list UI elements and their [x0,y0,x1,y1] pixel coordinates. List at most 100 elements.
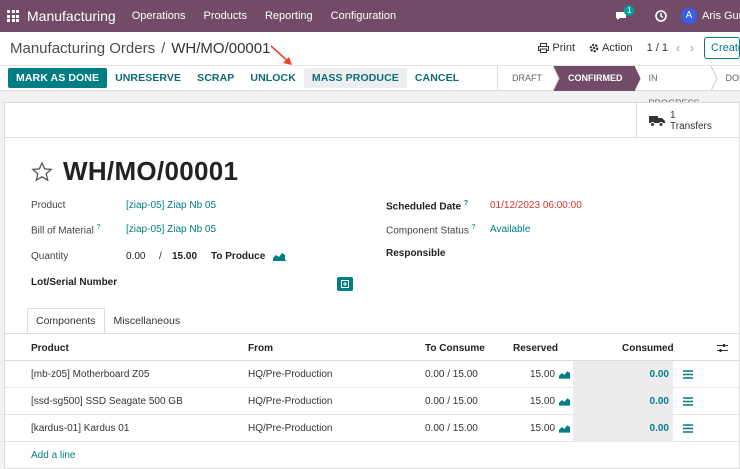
breadcrumb-separator: / [161,40,166,57]
printer-icon [538,43,550,53]
app-name[interactable]: Manufacturing [27,8,116,24]
star-icon[interactable] [31,160,53,183]
menu-operations[interactable]: Operations [132,10,186,22]
top-navbar: Manufacturing Operations Products Report… [0,0,740,32]
table-row[interactable]: [mb-z05] Motherboard Z05 HQ/Pre-Producti… [5,361,740,388]
menu-reporting[interactable]: Reporting [265,10,313,22]
list-icon[interactable] [683,397,693,406]
consumed-cell[interactable]: 0.00 [573,415,673,442]
col-product[interactable]: Product [31,343,69,354]
mass-produce-button[interactable]: MASS PRODUCE [303,68,407,88]
col-reserved[interactable]: Reserved [513,343,558,354]
plus-icon [341,280,349,288]
row-consumed: 0.00 [649,396,669,407]
quantity-done[interactable]: 0.00 [126,251,145,262]
table-header: Product From To Consume Reserved Consume… [5,334,740,361]
chat-icon[interactable]: 1 [615,5,635,23]
row-product: [ssd-sg500] SSD Seagate 500 GB [31,396,183,407]
pager-value[interactable]: 1 / 1 [647,42,668,54]
col-to-consume[interactable]: To Consume [425,343,485,354]
stage-draft-label: DRAFT [512,73,542,83]
row-product: [mb-z05] Motherboard Z05 [31,369,150,380]
add-line-row: Add a line [5,442,740,469]
row-reserved: 15.00 [530,423,556,434]
menu-products[interactable]: Products [204,10,247,22]
form-sheet: 1 Transfers WH/MO/00001 Product [ziap-05… [4,102,740,469]
row-from: HQ/Pre-Production [248,423,333,434]
add-line-link[interactable]: Add a line [31,450,75,461]
tab-components[interactable]: Components [27,308,105,334]
cancel-button[interactable]: CANCEL [407,68,467,88]
mark-as-done-button[interactable]: MARK AS DONE [8,68,108,88]
scheduled-help-mark[interactable]: ? [464,200,468,207]
unreserve-button[interactable]: UNRESERVE [107,68,189,88]
avatar[interactable]: A [681,8,697,24]
pager-next[interactable]: › [690,41,694,55]
component-status-help-mark[interactable]: ? [472,224,476,231]
row-reserved: 15.00 [530,369,556,380]
tab-miscellaneous[interactable]: Miscellaneous [105,308,190,334]
stage-chevron-icon [710,66,718,91]
stage-in-progress[interactable]: IN PROGRESS [635,66,718,108]
arrow-annotation-icon [270,45,292,65]
components-table: Product From To Consume Reserved Consume… [5,334,740,469]
col-from[interactable]: From [248,343,273,354]
quantity-total[interactable]: 15.00 [172,251,197,262]
create-button[interactable]: Create [704,37,740,59]
unlock-button[interactable]: UNLOCK [242,68,304,88]
product-value[interactable]: [ziap-05] Ziap Nb 05 [126,200,216,211]
stage-pipeline: DRAFT CONFIRMED IN PROGRESS DONE [497,66,740,108]
apps-grid-icon[interactable] [7,10,19,22]
status-bar: MARK AS DONE UNRESERVE SCRAP UNLOCK MASS… [0,66,740,108]
stage-confirmed[interactable]: CONFIRMED [554,66,641,91]
table-row[interactable]: [ssd-sg500] SSD Seagate 500 GB HQ/Pre-Pr… [5,388,740,415]
optional-columns-icon[interactable] [717,343,728,353]
add-lot-button[interactable] [337,277,353,291]
gear-icon [589,43,599,53]
scrap-button[interactable]: SCRAP [189,68,242,88]
component-status-label-text: Component Status [386,225,469,237]
print-button[interactable]: Print [538,42,575,54]
record-title: WH/MO/00001 [63,156,239,186]
component-status-value: Available [490,224,531,235]
stage-chevron-icon [633,66,641,91]
pager-previous[interactable]: ‹ [676,41,680,55]
clock-icon[interactable] [655,10,667,22]
smart-button-box: 1 Transfers [5,103,740,138]
row-product: [kardus-01] Kardus 01 [31,423,130,434]
transfers-label: Transfers [670,120,712,132]
lot-label: Lot/Serial Number [31,277,118,288]
list-icon[interactable] [683,424,693,433]
consumed-cell[interactable]: 0.00 [573,361,673,388]
menu-configuration[interactable]: Configuration [331,10,396,22]
control-panel: Manufacturing Orders / WH/MO/00001 Print… [0,32,740,66]
bom-label: Bill of Material ? [31,224,101,236]
forecast-chart-icon[interactable] [559,423,571,433]
list-icon[interactable] [683,370,693,379]
user-name[interactable]: Aris Gunt [702,10,740,22]
row-from: HQ/Pre-Production [248,396,333,407]
bom-value[interactable]: [ziap-05] Ziap Nb 05 [126,224,216,235]
bom-help-mark[interactable]: ? [97,224,101,231]
action-button[interactable]: Action [589,42,633,54]
breadcrumb: Manufacturing Orders / WH/MO/00001 [10,40,270,57]
forecast-chart-icon[interactable] [559,396,571,406]
table-row[interactable]: [kardus-01] Kardus 01 HQ/Pre-Production … [5,415,740,442]
forecast-chart-icon[interactable] [273,251,286,261]
transfers-smart-button[interactable]: 1 Transfers [636,103,740,138]
chat-badge: 1 [624,5,635,16]
to-produce-label: To Produce [211,251,266,262]
row-to-consume: 0.00 / 15.00 [425,423,478,434]
scheduled-value[interactable]: 01/12/2023 06:00:00 [490,200,582,211]
component-status-label: Component Status ? [386,224,476,236]
stage-confirmed-label: CONFIRMED [568,73,623,83]
consumed-cell[interactable]: 0.00 [573,388,673,415]
forecast-chart-icon[interactable] [559,369,571,379]
col-consumed[interactable]: Consumed [622,343,674,354]
stage-draft[interactable]: DRAFT [498,66,560,91]
breadcrumb-parent[interactable]: Manufacturing Orders [10,40,155,57]
row-reserved: 15.00 [530,396,556,407]
quantity-label: Quantity [31,251,69,262]
notebook-tabs: Components Miscellaneous [27,308,189,334]
row-consumed: 0.00 [649,423,669,434]
